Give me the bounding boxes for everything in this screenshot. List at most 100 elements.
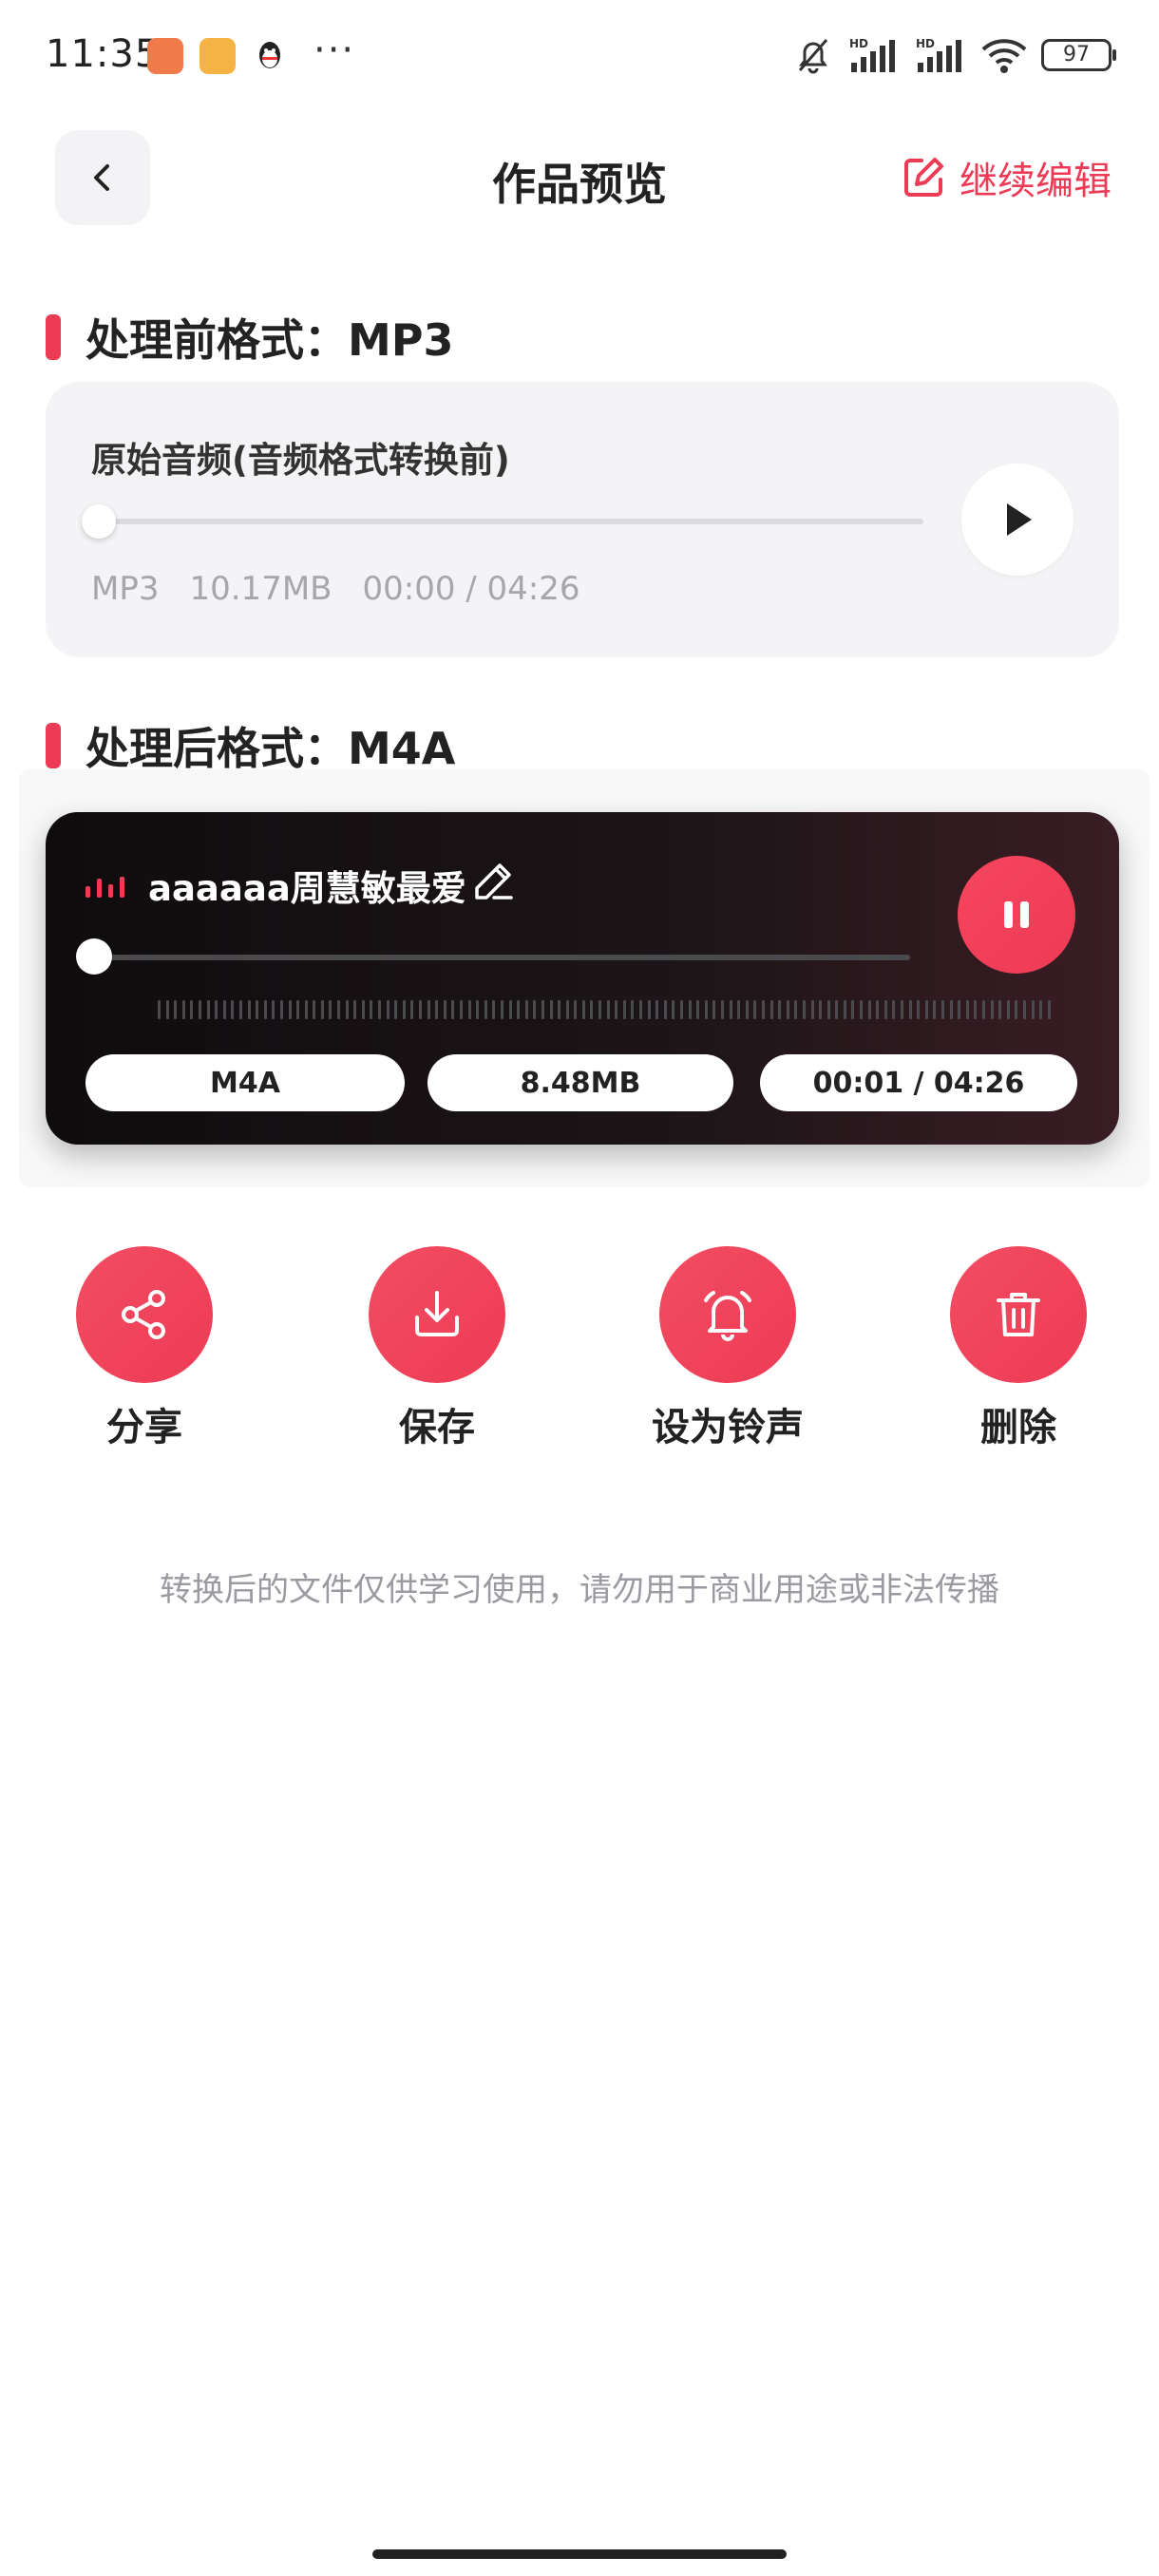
waveform-tick <box>320 1000 324 1019</box>
waveform-tick <box>770 1000 773 1019</box>
converted-time-pill: 00:01 / 04:26 <box>760 1054 1077 1111</box>
waveform-tick <box>712 1000 716 1019</box>
ringtone-circle[interactable] <box>659 1246 796 1383</box>
play-icon <box>1007 503 1032 536</box>
waveform-tick <box>451 1000 455 1019</box>
waveform-tick <box>238 1000 242 1019</box>
waveform-tick <box>1006 1000 1010 1019</box>
original-format: MP3 <box>91 570 160 608</box>
waveform-tick <box>198 1000 201 1019</box>
original-progress-thumb[interactable] <box>82 504 116 539</box>
waveform-tick <box>729 1000 732 1019</box>
waveform-tick <box>1022 1000 1026 1019</box>
waveform-tick <box>974 1000 978 1019</box>
waveform-tick <box>876 1000 880 1019</box>
rename-button[interactable] <box>473 860 515 905</box>
waveform-tick <box>206 1000 210 1019</box>
converted-audio-card: aaaaaa周慧敏最爱 M4A 8.48MB 00:01 / 04:26 <box>46 812 1119 1145</box>
after-section-title: 处理后格式：M4A <box>86 723 456 774</box>
waveform-tick <box>443 1000 446 1019</box>
waveform-tick <box>158 1000 161 1019</box>
share-icon <box>122 1290 165 1339</box>
more-notifications-icon: ··· <box>314 28 356 72</box>
download-icon <box>415 1291 459 1336</box>
waveform-tick <box>998 1000 1002 1019</box>
pencil-icon <box>475 863 513 900</box>
waveform-tick <box>819 1000 823 1019</box>
save-label: 保存 <box>399 1406 475 1449</box>
waveform-tick <box>704 1000 708 1019</box>
gallery-notification-icon <box>200 38 236 74</box>
converted-progress-thumb[interactable] <box>76 938 112 975</box>
status-time: 11:35 <box>46 32 161 76</box>
action-bar: 分享 保存 设为铃声 删除 <box>0 1246 1159 1455</box>
pause-icon <box>1004 901 1029 928</box>
set-ringtone-button[interactable]: 设为铃声 <box>623 1246 832 1451</box>
save-circle[interactable] <box>369 1246 505 1383</box>
waveform-tick <box>215 1000 218 1019</box>
waveform-tick <box>476 1000 480 1019</box>
status-icons: HD HD 97 <box>792 34 1116 76</box>
waveform-tick <box>892 1000 896 1019</box>
original-audio-title: 原始音频(音频格式转换前) <box>91 440 510 481</box>
original-audio-meta: MP3 10.17MB 00:00 / 04:26 <box>91 570 580 608</box>
waveform-tick <box>581 1000 585 1019</box>
waveform-tick <box>574 1000 578 1019</box>
save-button[interactable]: 保存 <box>332 1246 542 1451</box>
waveform-tick <box>247 1000 251 1019</box>
waveform-tick <box>435 1000 439 1019</box>
waveform <box>158 998 1051 1021</box>
share-button[interactable]: 分享 <box>40 1246 249 1451</box>
delete-circle[interactable] <box>950 1246 1087 1383</box>
waveform-tick <box>615 1000 618 1019</box>
preview-page: 11:35 ··· HD HD 97 作品预览 继续编辑 处理前格式：MP3 原… <box>0 0 1159 2576</box>
waveform-tick <box>459 1000 463 1019</box>
waveform-tick <box>378 1000 382 1019</box>
waveform-tick <box>492 1000 496 1019</box>
delete-button[interactable]: 删除 <box>914 1246 1123 1451</box>
home-indicator[interactable] <box>372 2549 787 2559</box>
converted-progress-track[interactable] <box>91 955 910 960</box>
share-circle[interactable] <box>76 1246 213 1383</box>
waveform-tick <box>990 1000 994 1019</box>
waveform-tick <box>524 1000 528 1019</box>
wifi-icon <box>981 39 1027 73</box>
waveform-tick <box>606 1000 610 1019</box>
waveform-tick <box>981 1000 985 1019</box>
continue-edit-button[interactable]: 继续编辑 <box>901 150 1112 205</box>
waveform-tick <box>802 1000 806 1019</box>
waveform-tick <box>541 1000 544 1019</box>
waveform-tick <box>558 1000 561 1019</box>
silent-bell-icon <box>798 39 828 74</box>
waveform-tick <box>949 1000 953 1019</box>
original-progress-track[interactable] <box>91 519 923 524</box>
battery-icon: 97 <box>1041 39 1116 71</box>
waveform-tick <box>680 1000 683 1019</box>
waveform-tick <box>181 1000 185 1019</box>
disclaimer-text: 转换后的文件仅供学习使用，请勿用于商业用途或非法传播 <box>160 1571 999 1609</box>
converted-size-pill: 8.48MB <box>428 1054 733 1111</box>
waveform-tick <box>786 1000 789 1019</box>
section-accent-bar <box>46 314 61 360</box>
equalizer-icon <box>86 875 124 898</box>
waveform-tick <box>917 1000 921 1019</box>
converted-pause-button[interactable] <box>958 856 1075 974</box>
waveform-tick <box>794 1000 798 1019</box>
original-play-button[interactable] <box>961 464 1074 576</box>
waveform-tick <box>941 1000 944 1019</box>
waveform-tick <box>745 1000 749 1019</box>
waveform-tick <box>835 1000 839 1019</box>
waveform-tick <box>810 1000 814 1019</box>
waveform-tick <box>467 1000 471 1019</box>
waveform-tick <box>924 1000 928 1019</box>
waveform-tick <box>353 1000 357 1019</box>
waveform-tick <box>361 1000 365 1019</box>
waveform-tick <box>590 1000 594 1019</box>
waveform-tick <box>965 1000 969 1019</box>
edit-icon <box>904 158 943 197</box>
svg-text:HD: HD <box>849 37 868 50</box>
original-size: 10.17MB <box>189 570 332 608</box>
waveform-tick <box>622 1000 626 1019</box>
signal-1-icon: HD <box>849 37 895 72</box>
status-bar: 11:35 ··· HD HD 97 <box>0 0 1159 114</box>
